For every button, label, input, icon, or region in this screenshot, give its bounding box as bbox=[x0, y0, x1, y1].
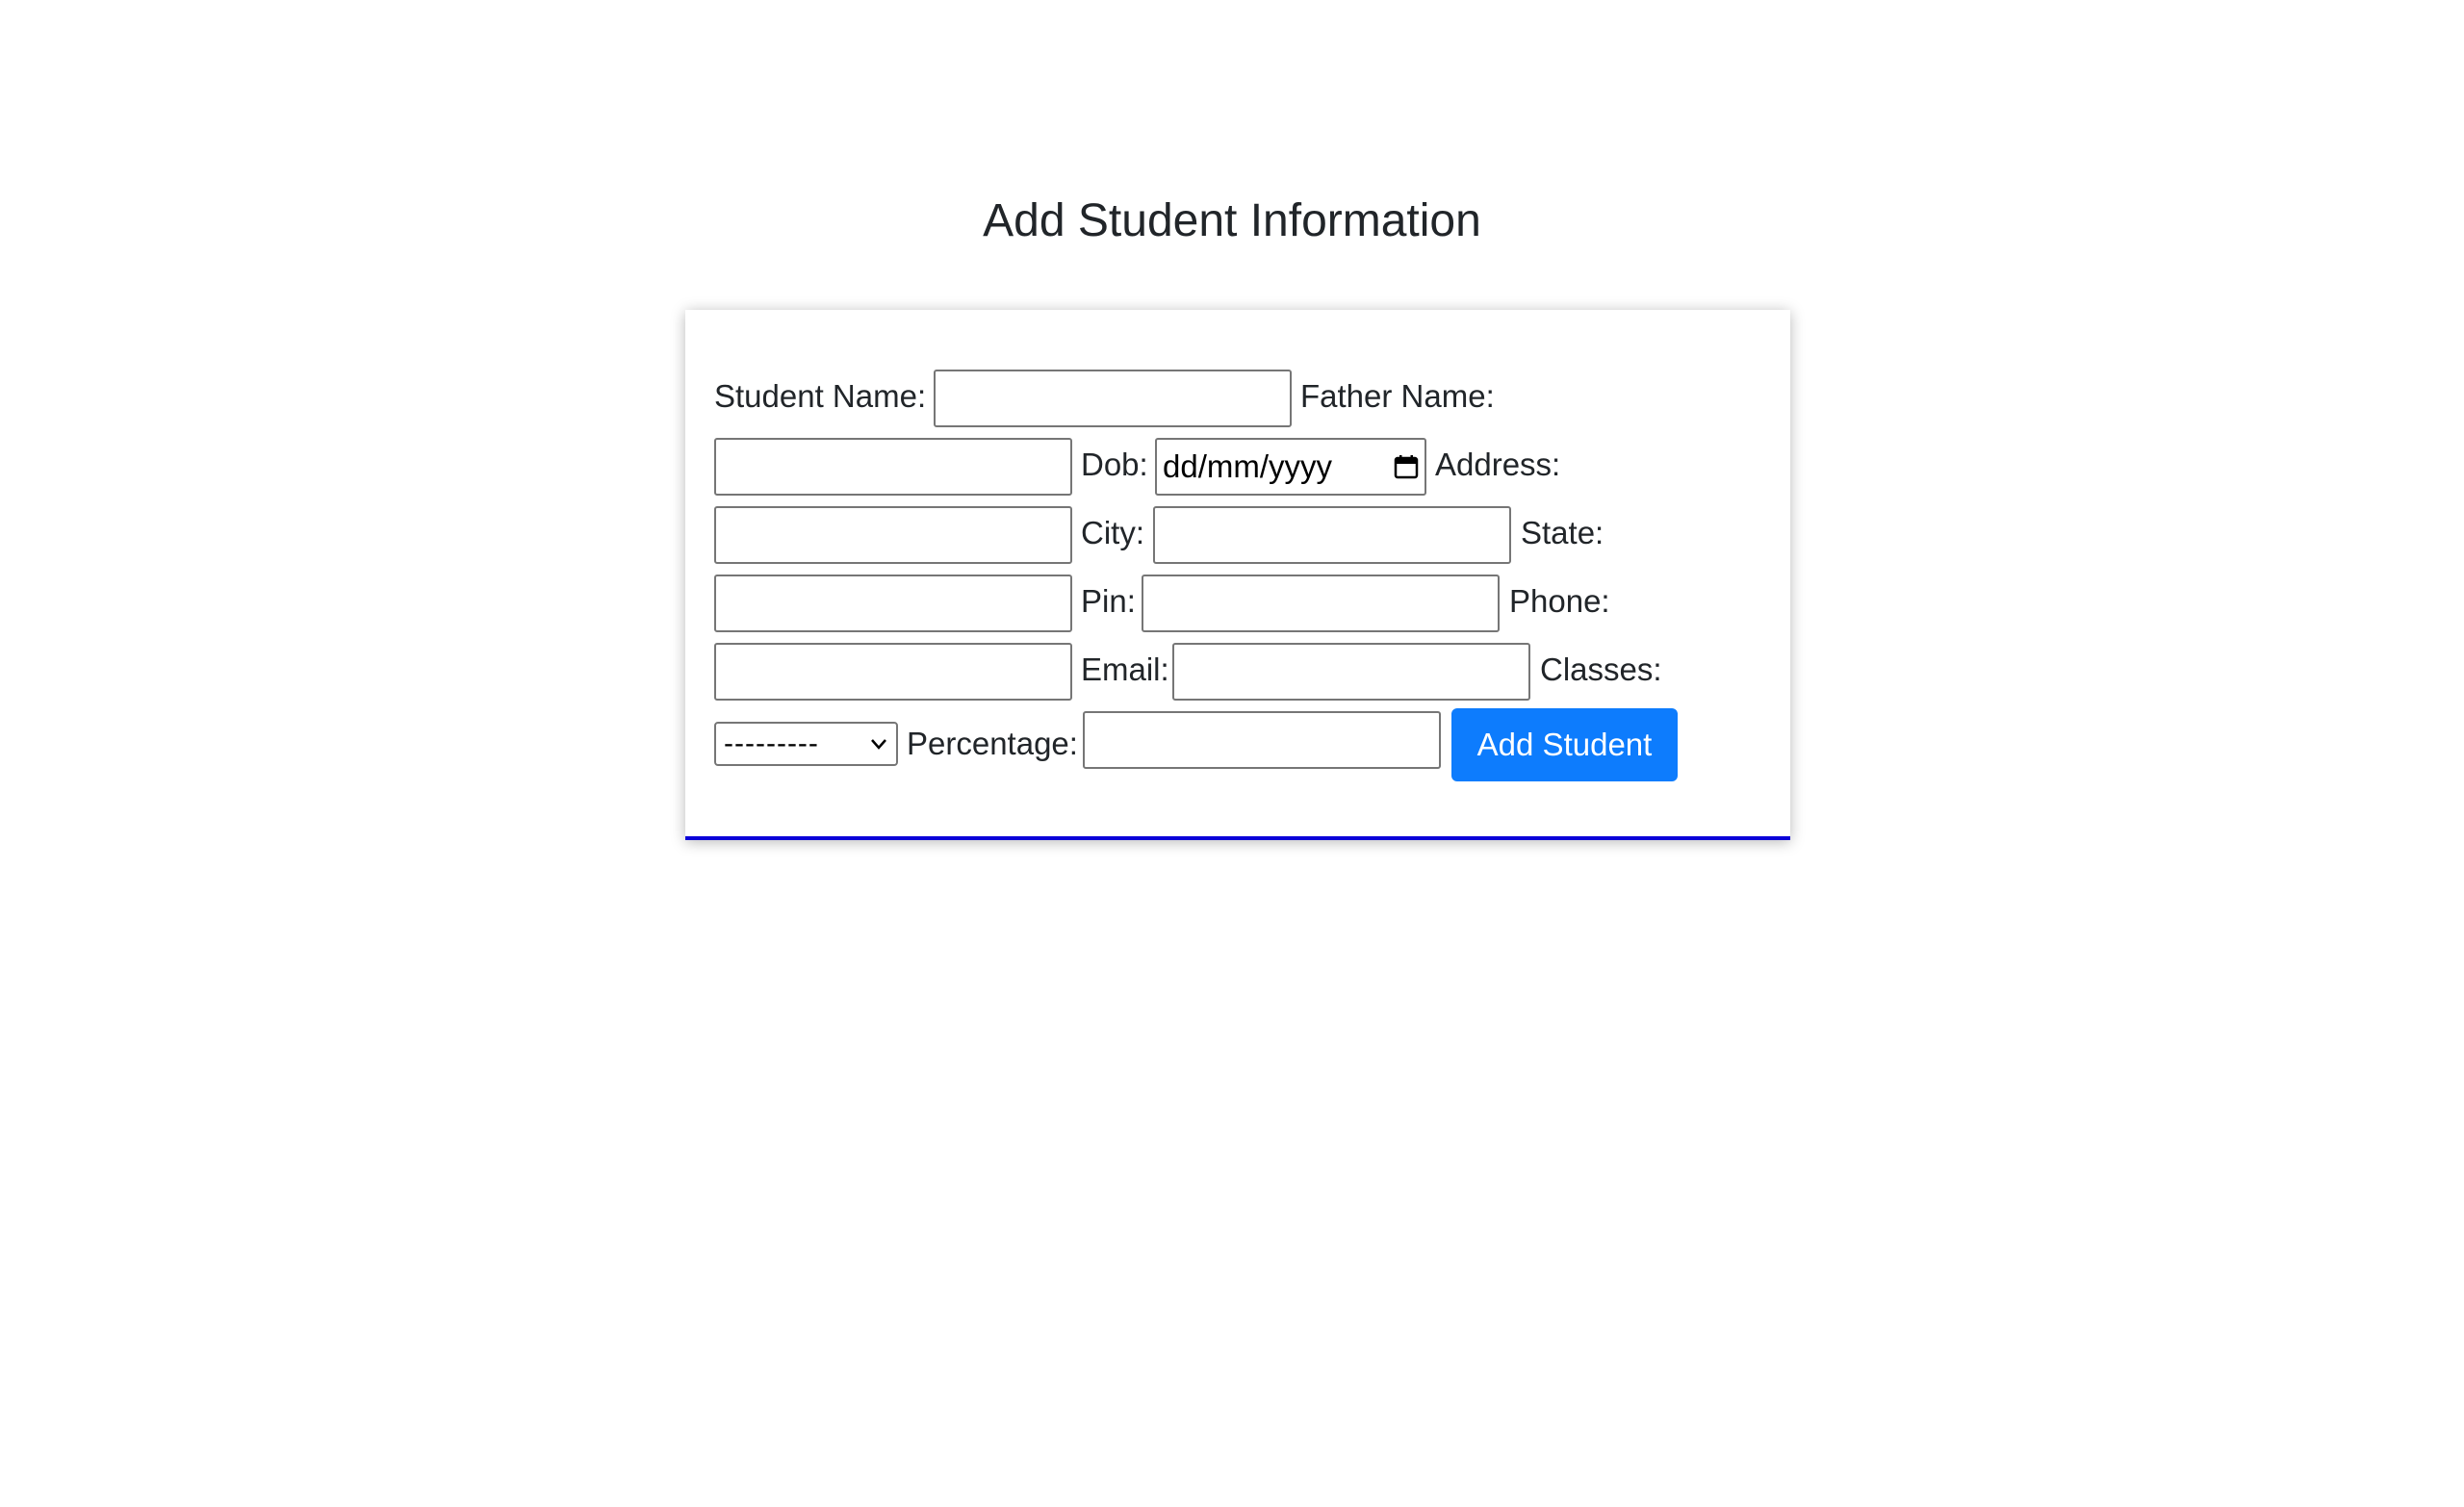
city-input[interactable] bbox=[1153, 506, 1511, 564]
state-label: State: bbox=[1521, 515, 1604, 550]
dob-placeholder: dd/mm/yyyy bbox=[1163, 448, 1333, 484]
pin-label: Pin: bbox=[1081, 583, 1136, 619]
student-name-label: Student Name: bbox=[714, 378, 927, 414]
classes-label: Classes: bbox=[1540, 651, 1662, 687]
father-name-label: Father Name: bbox=[1300, 378, 1495, 414]
page-title: Add Student Information bbox=[983, 195, 1481, 246]
percentage-label: Percentage: bbox=[907, 726, 1078, 761]
pin-input[interactable] bbox=[1142, 575, 1500, 632]
email-label: Email: bbox=[1081, 651, 1169, 687]
father-name-input[interactable] bbox=[714, 438, 1072, 496]
phone-label: Phone: bbox=[1509, 583, 1610, 619]
phone-input[interactable] bbox=[714, 643, 1072, 701]
classes-selected-value: --------- bbox=[724, 728, 819, 759]
address-label: Address: bbox=[1435, 447, 1561, 482]
classes-select[interactable]: --------- bbox=[714, 722, 898, 766]
dob-input[interactable]: dd/mm/yyyy bbox=[1155, 438, 1426, 496]
calendar-icon[interactable] bbox=[1394, 454, 1419, 479]
student-name-input[interactable] bbox=[934, 370, 1292, 427]
state-input[interactable] bbox=[714, 575, 1072, 632]
email-input[interactable] bbox=[1172, 643, 1530, 701]
chevron-down-icon bbox=[871, 739, 886, 750]
dob-label: Dob: bbox=[1081, 447, 1148, 482]
add-student-button[interactable]: Add Student bbox=[1451, 708, 1678, 781]
address-input[interactable] bbox=[714, 506, 1072, 564]
percentage-input[interactable] bbox=[1083, 711, 1441, 769]
city-label: City: bbox=[1081, 515, 1144, 550]
student-form-card: Student Name: Father Name: Dob: dd/mm/yy… bbox=[685, 310, 1790, 840]
